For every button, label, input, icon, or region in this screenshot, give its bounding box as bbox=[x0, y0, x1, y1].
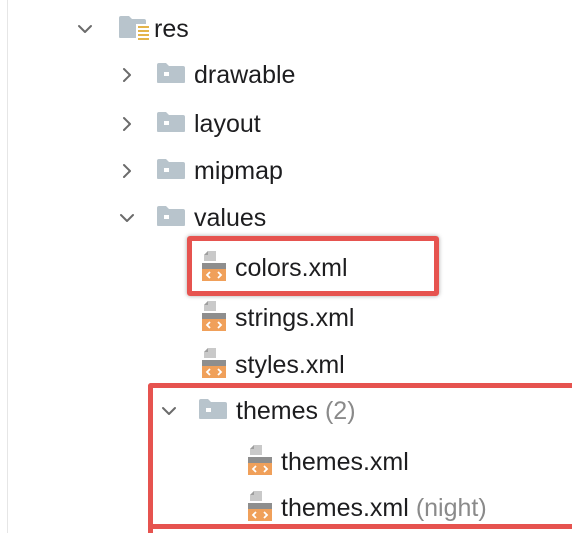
tree-node-values[interactable]: values bbox=[116, 195, 266, 241]
tree-left-border bbox=[7, 0, 8, 533]
folder-icon bbox=[156, 111, 186, 138]
node-label: values bbox=[194, 204, 267, 232]
tree-node-strings-xml[interactable]: strings.xml bbox=[200, 295, 354, 341]
chevron-right-icon[interactable] bbox=[116, 64, 138, 86]
chevron-right-icon[interactable] bbox=[116, 160, 138, 182]
folder-icon bbox=[156, 62, 186, 89]
node-label: res bbox=[154, 15, 189, 43]
node-label: styles.xml bbox=[235, 351, 345, 379]
tree-node-res[interactable]: res bbox=[74, 6, 189, 52]
chevron-down-icon[interactable] bbox=[116, 207, 138, 229]
chevron-right-icon[interactable] bbox=[116, 113, 138, 135]
highlight-box-themes bbox=[148, 383, 572, 533]
node-label: mipmap bbox=[194, 157, 283, 185]
node-label: layout bbox=[194, 110, 261, 138]
highlight-box-colors bbox=[187, 236, 439, 296]
xml-file-icon bbox=[200, 346, 228, 385]
xml-file-icon bbox=[200, 299, 228, 338]
tree-node-styles-xml[interactable]: styles.xml bbox=[200, 342, 345, 388]
node-label: strings.xml bbox=[235, 304, 355, 332]
highlight-box-themes-bottom bbox=[148, 524, 572, 533]
tree-node-drawable[interactable]: drawable bbox=[116, 52, 295, 98]
tree-node-mipmap[interactable]: mipmap bbox=[116, 148, 283, 194]
folder-icon bbox=[156, 158, 186, 185]
resource-folder-icon bbox=[118, 14, 150, 45]
chevron-down-icon[interactable] bbox=[74, 18, 96, 40]
tree-node-layout[interactable]: layout bbox=[116, 101, 261, 147]
folder-icon bbox=[156, 205, 186, 232]
node-label: drawable bbox=[194, 61, 296, 89]
